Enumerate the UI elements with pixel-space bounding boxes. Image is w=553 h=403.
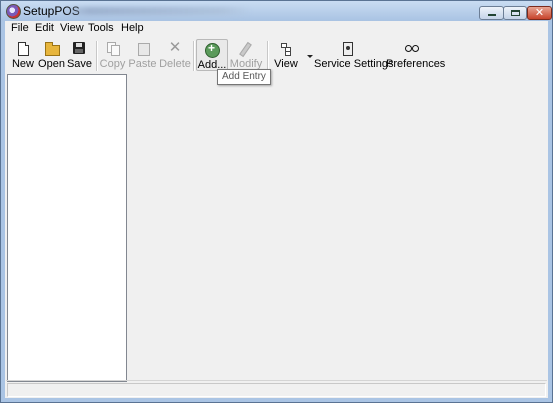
menu-file[interactable]: File (11, 22, 29, 34)
new-document-icon (16, 42, 30, 56)
toolbar-separator (193, 41, 195, 71)
copy-icon (106, 42, 120, 56)
title-bar[interactable]: SetupPOS ✕ (1, 1, 552, 21)
open-button-label: Open (38, 58, 65, 70)
tree-pane[interactable] (7, 74, 127, 382)
paste-button-label: Paste (128, 58, 157, 70)
status-panel (7, 383, 546, 397)
open-folder-icon (44, 42, 60, 56)
minimize-icon (488, 14, 496, 16)
maximize-button[interactable] (503, 6, 527, 20)
toolbar-separator (96, 41, 98, 71)
service-settings-icon (341, 42, 355, 56)
add-entry-tooltip: Add Entry (217, 69, 271, 85)
service-settings-button-label: Service Settings (314, 58, 394, 70)
delete-x-icon: ✕ (168, 39, 182, 56)
paste-icon (136, 42, 150, 56)
copy-button-label: Copy (99, 58, 126, 70)
delete-button[interactable]: ✕ Delete (159, 39, 191, 71)
open-button[interactable]: Open (38, 39, 65, 71)
add-button[interactable]: Add... (196, 39, 228, 71)
maximize-icon (511, 10, 520, 16)
app-window: SetupPOS ✕ File Edit View Tools Help New (0, 0, 553, 403)
status-bar (6, 380, 547, 398)
save-button[interactable]: Save (66, 39, 93, 71)
paste-button[interactable]: Paste (128, 39, 157, 71)
preferences-button-label: Preferences (386, 58, 446, 70)
new-button-label: New (11, 58, 34, 70)
glasses-icon (405, 42, 419, 56)
service-settings-button[interactable]: Service Settings (314, 39, 394, 71)
tree-view-icon (279, 42, 293, 56)
view-button-label: View (274, 58, 298, 70)
copy-button[interactable]: Copy (99, 39, 126, 71)
delete-button-label: Delete (159, 58, 191, 70)
menu-help[interactable]: Help (121, 22, 144, 34)
close-button[interactable]: ✕ (527, 6, 552, 20)
modify-button[interactable]: Modify (229, 39, 263, 71)
menu-view[interactable]: View (60, 22, 84, 34)
new-button[interactable]: New (9, 39, 37, 71)
minimize-button[interactable] (479, 6, 504, 20)
view-dropdown-arrow-icon[interactable] (307, 55, 313, 58)
app-icon[interactable] (6, 4, 21, 19)
floppy-disk-icon (72, 42, 87, 56)
close-icon: ✕ (534, 7, 545, 19)
redacted-title-region (61, 7, 251, 15)
add-entry-icon (205, 41, 220, 58)
toolbar-separator (267, 41, 269, 71)
view-button[interactable]: View (271, 39, 301, 71)
menu-bar: File Edit View Tools Help (5, 21, 548, 37)
save-button-label: Save (66, 58, 93, 70)
toolbar: New Open Save Copy Paste ✕ Delete + Add.… (5, 39, 548, 73)
preferences-button[interactable]: Preferences (386, 39, 446, 71)
client-area: File Edit View Tools Help New Open Save (5, 21, 548, 398)
pencil-icon (239, 41, 253, 58)
menu-edit[interactable]: Edit (35, 22, 54, 34)
menu-tools[interactable]: Tools (88, 22, 114, 34)
